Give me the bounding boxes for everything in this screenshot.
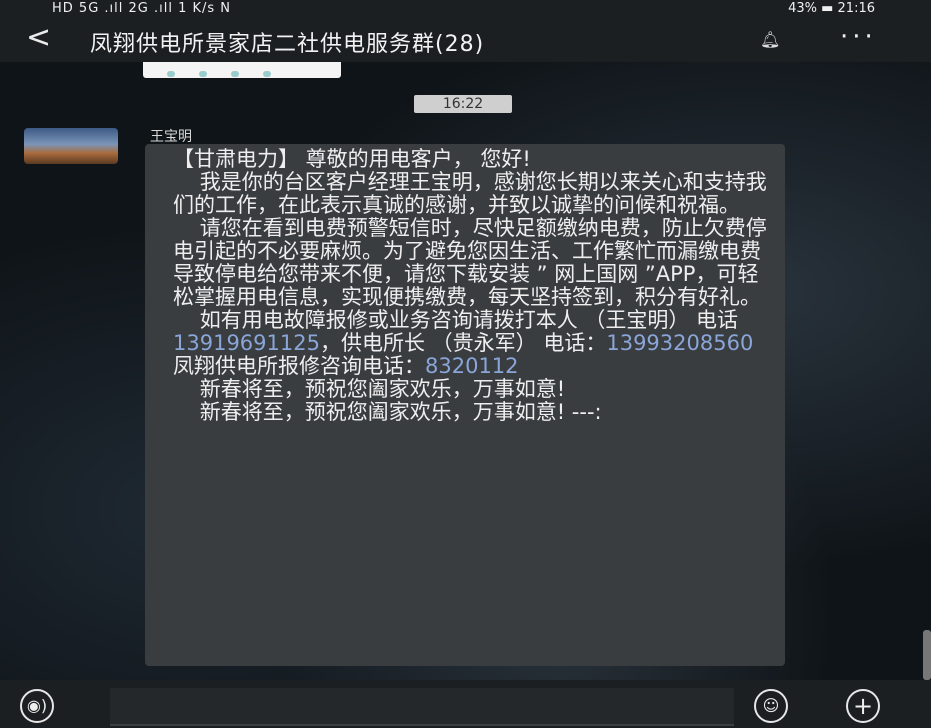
message-paragraph: 新春将至，预祝您阖家欢乐，万事如意! bbox=[173, 377, 566, 401]
message-contact-paragraph: 如有用电故障报修或业务咨询请拨打本人 （王宝明） 电话 13919691125，… bbox=[173, 309, 771, 378]
clock: 21:16 bbox=[837, 1, 875, 16]
bell-muted-icon: 🔔︎ bbox=[760, 30, 781, 49]
message-bubble[interactable]: 【甘肃电力】 尊敬的用电客户， 您好! 我是你的台区客户经理王宝明，感谢您长期以… bbox=[145, 144, 785, 666]
phone-link-repair[interactable]: 8320112 bbox=[425, 354, 519, 378]
message-timestamp: 16:22 bbox=[414, 95, 512, 113]
status-right: 43% ▬ 21:16 bbox=[788, 1, 875, 16]
more-dots-icon[interactable]: ··· bbox=[840, 22, 877, 52]
input-bar: ◉) ☺ + bbox=[0, 680, 931, 728]
battery-icon: ▬ bbox=[821, 1, 838, 16]
voice-icon[interactable]: ◉) bbox=[20, 689, 54, 723]
message-paragraph: 新春将至，预祝您阖家欢乐，万事如意! ---: bbox=[173, 400, 602, 424]
message-paragraph: 请您在看到电费预警短信时，尽快足额缴纳电费，防止欠费停电引起的不必要麻烦。为了避… bbox=[173, 216, 767, 309]
message-paragraph: 我是你的台区客户经理王宝明，感谢您长期以来关心和支持我们的工作，在此表示真诚的感… bbox=[173, 170, 767, 217]
phone-link-manager[interactable]: 13919691125 bbox=[173, 331, 320, 355]
battery-level: 43% bbox=[788, 1, 817, 16]
emoji-icon[interactable]: ☺ bbox=[754, 689, 788, 723]
previous-message-card[interactable] bbox=[143, 62, 341, 78]
scrollbar[interactable] bbox=[923, 630, 931, 680]
chat-header: < 凤翔供电所景家店二社供电服务群(28) 🔔︎ ··· bbox=[0, 18, 931, 62]
chat-title: 凤翔供电所景家店二社供电服务群(28) bbox=[90, 32, 485, 57]
contact-text: ，供电所长 （贵永军） 电话： bbox=[319, 331, 607, 355]
avatar[interactable] bbox=[24, 128, 118, 164]
contact-text: 如有用电故障报修或业务咨询请拨打本人 （王宝明） 电话 bbox=[173, 308, 745, 332]
message-input[interactable] bbox=[110, 688, 734, 726]
message-greeting: 【甘肃电力】 尊敬的用电客户， 您好! bbox=[173, 147, 531, 171]
signal-indicators: HD 5G .ıll 2G .ıll 1 K/s N bbox=[52, 1, 232, 16]
sender-name: 王宝明 bbox=[150, 129, 192, 145]
plus-icon[interactable]: + bbox=[846, 689, 880, 723]
phone-link-director[interactable]: 13993208560 bbox=[606, 331, 753, 355]
back-chevron-icon[interactable]: < bbox=[26, 20, 51, 55]
status-bar: HD 5G .ıll 2G .ıll 1 K/s N 43% ▬ 21:16 bbox=[0, 0, 931, 18]
